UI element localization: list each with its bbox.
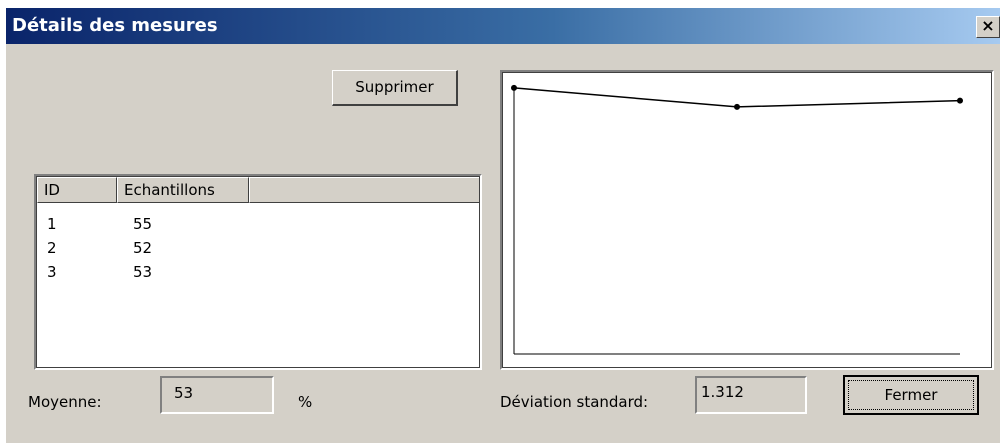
window-title: Détails des mesures: [12, 15, 218, 36]
row-id: 3: [47, 263, 57, 281]
measure-chart: [500, 70, 994, 370]
row-id: 2: [47, 239, 57, 257]
series-group: [511, 84, 963, 110]
measure-details-dialog: Détails des mesures × Supprimer ID Echan…: [6, 8, 1000, 443]
close-button[interactable]: Fermer: [843, 375, 979, 415]
table-row[interactable]: 2 52: [37, 237, 479, 261]
title-bar[interactable]: Détails des mesures ×: [6, 8, 1000, 44]
column-header-empty[interactable]: [249, 177, 479, 203]
chart-canvas: [511, 84, 963, 355]
samples-list[interactable]: ID Echantillons 1 55 2 52 3 53: [34, 174, 482, 370]
row-sample: 53: [133, 263, 153, 281]
mean-unit-label: %: [298, 393, 313, 411]
mean-label: Moyenne:: [28, 393, 102, 411]
mean-field: 53: [160, 376, 274, 414]
stddev-field: 1.312: [695, 376, 807, 414]
column-header-id[interactable]: ID: [37, 177, 117, 203]
row-id: 1: [47, 215, 57, 233]
row-sample: 52: [133, 239, 153, 257]
stddev-label: Déviation standard:: [500, 393, 649, 411]
data-point: [957, 97, 963, 104]
data-point: [734, 103, 740, 110]
data-point: [511, 84, 517, 91]
table-row[interactable]: 3 53: [37, 261, 479, 285]
close-button-label: Fermer: [848, 380, 974, 410]
samples-list-frame: ID Echantillons 1 55 2 52 3 53: [36, 176, 480, 368]
column-header-samples[interactable]: Echantillons: [117, 177, 249, 203]
table-row[interactable]: 1 55: [37, 213, 479, 237]
list-header: ID Echantillons: [37, 177, 479, 203]
delete-button[interactable]: Supprimer: [332, 70, 458, 106]
close-icon[interactable]: ×: [976, 16, 1000, 38]
row-sample: 55: [133, 215, 153, 233]
